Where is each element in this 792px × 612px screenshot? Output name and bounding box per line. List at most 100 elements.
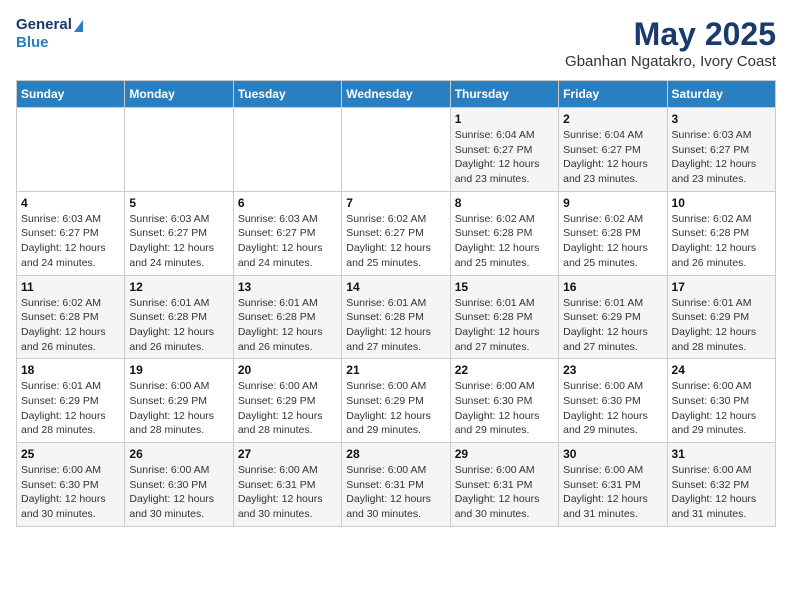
calendar-cell: 6Sunrise: 6:03 AM Sunset: 6:27 PM Daylig… — [233, 191, 341, 275]
day-number: 24 — [672, 363, 771, 377]
header-day: Tuesday — [233, 81, 341, 108]
day-info: Sunrise: 6:02 AM Sunset: 6:28 PM Dayligh… — [455, 212, 554, 271]
calendar-cell: 3 Sunrise: 6:03 AM Sunset: 6:27 PM Daylig… — [667, 108, 775, 192]
calendar-cell: 31 Sunrise: 6:00 AM Sunset: 6:32 PM Dayli… — [667, 443, 775, 527]
day-info: Sunrise: 6:00 AM Sunset: 6:31 PM Dayligh… — [346, 463, 445, 522]
calendar-cell: 19Sunrise: 6:00 AM Sunset: 6:29 PM Dayli… — [125, 359, 233, 443]
day-info: Sunrise: 6:00 AM Sunset: 6:30 PM Dayligh… — [129, 463, 228, 522]
calendar-cell: 22 Sunrise: 6:00 AM Sunset: 6:30 PM Dayli… — [450, 359, 558, 443]
day-number: 12 — [129, 280, 228, 294]
calendar-cell: 23Sunrise: 6:00 AM Sunset: 6:30 PM Dayli… — [559, 359, 667, 443]
day-number: 28 — [346, 447, 445, 461]
day-number: 15 — [455, 280, 554, 294]
calendar-cell: 20 Sunrise: 6:00 AM Sunset: 6:29 PM Dayli… — [233, 359, 341, 443]
day-info: Sunrise: 6:01 AM Sunset: 6:29 PM Dayligh… — [21, 379, 120, 438]
day-number: 20 — [238, 363, 337, 377]
day-info: Sunrise: 6:03 AM Sunset: 6:27 PM Dayligh… — [21, 212, 120, 271]
calendar-cell: 29 Sunrise: 6:00 AM Sunset: 6:31 PM Dayli… — [450, 443, 558, 527]
day-number: 19 — [129, 363, 228, 377]
calendar-cell: 12 Sunrise: 6:01 AM Sunset: 6:28 PM Dayli… — [125, 275, 233, 359]
day-number: 9 — [563, 196, 662, 210]
calendar-body: 1Sunrise: 6:04 AM Sunset: 6:27 PM Daylig… — [17, 108, 776, 527]
day-number: 2 — [563, 112, 662, 126]
day-number: 21 — [346, 363, 445, 377]
calendar-cell — [233, 108, 341, 192]
day-info: Sunrise: 6:00 AM Sunset: 6:30 PM Dayligh… — [455, 379, 554, 438]
title-block: May 2025 Gbanhan Ngatakro, Ivory Coast — [565, 16, 776, 70]
calendar-cell: 7 Sunrise: 6:02 AM Sunset: 6:27 PM Daylig… — [342, 191, 450, 275]
day-info: Sunrise: 6:02 AM Sunset: 6:28 PM Dayligh… — [563, 212, 662, 271]
calendar-cell: 8 Sunrise: 6:02 AM Sunset: 6:28 PM Daylig… — [450, 191, 558, 275]
day-number: 30 — [563, 447, 662, 461]
day-info: Sunrise: 6:00 AM Sunset: 6:30 PM Dayligh… — [21, 463, 120, 522]
header-day: Friday — [559, 81, 667, 108]
day-number: 5 — [129, 196, 228, 210]
day-info: Sunrise: 6:02 AM Sunset: 6:28 PM Dayligh… — [21, 296, 120, 355]
day-info: Sunrise: 6:00 AM Sunset: 6:29 PM Dayligh… — [346, 379, 445, 438]
calendar-cell: 4 Sunrise: 6:03 AM Sunset: 6:27 PM Daylig… — [17, 191, 125, 275]
day-number: 3 — [672, 112, 771, 126]
calendar-cell: 13Sunrise: 6:01 AM Sunset: 6:28 PM Dayli… — [233, 275, 341, 359]
day-info: Sunrise: 6:01 AM Sunset: 6:29 PM Dayligh… — [672, 296, 771, 355]
calendar-cell: 11 Sunrise: 6:02 AM Sunset: 6:28 PM Dayli… — [17, 275, 125, 359]
calendar-cell: 26 Sunrise: 6:00 AM Sunset: 6:30 PM Dayli… — [125, 443, 233, 527]
page-title: May 2025 — [565, 16, 776, 53]
calendar-table: SundayMondayTuesdayWednesdayThursdayFrid… — [16, 80, 776, 527]
day-number: 16 — [563, 280, 662, 294]
header-day: Monday — [125, 81, 233, 108]
calendar-cell: 24 Sunrise: 6:00 AM Sunset: 6:30 PM Dayli… — [667, 359, 775, 443]
header-row: SundayMondayTuesdayWednesdayThursdayFrid… — [17, 81, 776, 108]
day-info: Sunrise: 6:00 AM Sunset: 6:31 PM Dayligh… — [238, 463, 337, 522]
calendar-cell: 21 Sunrise: 6:00 AM Sunset: 6:29 PM Dayli… — [342, 359, 450, 443]
logo-blue: Blue — [16, 34, 49, 51]
page-header: General Blue May 2025 Gbanhan Ngatakro, … — [16, 16, 776, 70]
day-number: 17 — [672, 280, 771, 294]
day-number: 10 — [672, 196, 771, 210]
calendar-cell — [125, 108, 233, 192]
day-info: Sunrise: 6:00 AM Sunset: 6:29 PM Dayligh… — [238, 379, 337, 438]
day-info: Sunrise: 6:01 AM Sunset: 6:28 PM Dayligh… — [238, 296, 337, 355]
day-number: 31 — [672, 447, 771, 461]
day-number: 29 — [455, 447, 554, 461]
day-info: Sunrise: 6:01 AM Sunset: 6:28 PM Dayligh… — [346, 296, 445, 355]
calendar-cell: 25Sunrise: 6:00 AM Sunset: 6:30 PM Dayli… — [17, 443, 125, 527]
calendar-cell: 30Sunrise: 6:00 AM Sunset: 6:31 PM Dayli… — [559, 443, 667, 527]
day-number: 4 — [21, 196, 120, 210]
day-info: Sunrise: 6:04 AM Sunset: 6:27 PM Dayligh… — [455, 128, 554, 187]
day-number: 18 — [21, 363, 120, 377]
calendar-cell: 28 Sunrise: 6:00 AM Sunset: 6:31 PM Dayli… — [342, 443, 450, 527]
day-number: 11 — [21, 280, 120, 294]
calendar-cell: 2 Sunrise: 6:04 AM Sunset: 6:27 PM Daylig… — [559, 108, 667, 192]
day-info: Sunrise: 6:03 AM Sunset: 6:27 PM Dayligh… — [672, 128, 771, 187]
day-info: Sunrise: 6:01 AM Sunset: 6:28 PM Dayligh… — [455, 296, 554, 355]
day-number: 8 — [455, 196, 554, 210]
calendar-week-row: 1Sunrise: 6:04 AM Sunset: 6:27 PM Daylig… — [17, 108, 776, 192]
calendar-week-row: 25Sunrise: 6:00 AM Sunset: 6:30 PM Dayli… — [17, 443, 776, 527]
calendar-cell — [342, 108, 450, 192]
day-number: 27 — [238, 447, 337, 461]
header-day: Thursday — [450, 81, 558, 108]
day-info: Sunrise: 6:01 AM Sunset: 6:28 PM Dayligh… — [129, 296, 228, 355]
day-info: Sunrise: 6:00 AM Sunset: 6:32 PM Dayligh… — [672, 463, 771, 522]
day-info: Sunrise: 6:00 AM Sunset: 6:30 PM Dayligh… — [672, 379, 771, 438]
day-number: 14 — [346, 280, 445, 294]
calendar-cell: 14 Sunrise: 6:01 AM Sunset: 6:28 PM Dayli… — [342, 275, 450, 359]
calendar-cell: 18 Sunrise: 6:01 AM Sunset: 6:29 PM Dayli… — [17, 359, 125, 443]
calendar-cell: 16 Sunrise: 6:01 AM Sunset: 6:29 PM Dayli… — [559, 275, 667, 359]
day-number: 26 — [129, 447, 228, 461]
day-info: Sunrise: 6:01 AM Sunset: 6:29 PM Dayligh… — [563, 296, 662, 355]
day-number: 22 — [455, 363, 554, 377]
day-info: Sunrise: 6:00 AM Sunset: 6:31 PM Dayligh… — [455, 463, 554, 522]
day-info: Sunrise: 6:02 AM Sunset: 6:27 PM Dayligh… — [346, 212, 445, 271]
header-day: Wednesday — [342, 81, 450, 108]
logo-icon — [74, 20, 83, 32]
calendar-cell: 9 Sunrise: 6:02 AM Sunset: 6:28 PM Daylig… — [559, 191, 667, 275]
calendar-cell: 10Sunrise: 6:02 AM Sunset: 6:28 PM Dayli… — [667, 191, 775, 275]
calendar-header: SundayMondayTuesdayWednesdayThursdayFrid… — [17, 81, 776, 108]
day-number: 23 — [563, 363, 662, 377]
day-info: Sunrise: 6:04 AM Sunset: 6:27 PM Dayligh… — [563, 128, 662, 187]
header-day: Sunday — [17, 81, 125, 108]
calendar-cell — [17, 108, 125, 192]
day-number: 7 — [346, 196, 445, 210]
day-info: Sunrise: 6:03 AM Sunset: 6:27 PM Dayligh… — [238, 212, 337, 271]
